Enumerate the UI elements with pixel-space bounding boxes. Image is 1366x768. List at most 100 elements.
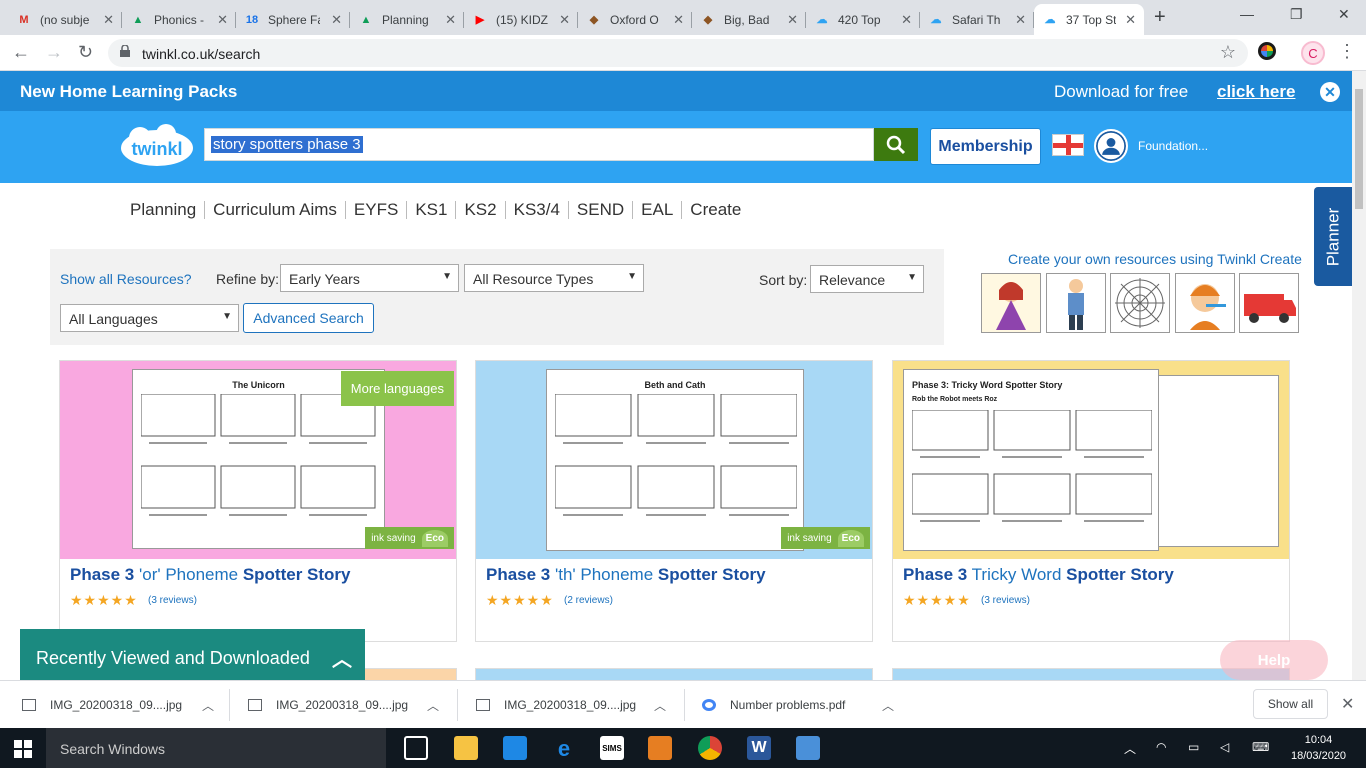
page-scrollbar[interactable] xyxy=(1352,71,1366,680)
chevron-up-icon[interactable]: ︿ xyxy=(202,697,214,714)
volume-icon[interactable]: ◁ xyxy=(1220,740,1229,754)
close-tab-icon[interactable]: ✕ xyxy=(217,12,228,28)
browser-tab[interactable]: ☁ Safari Th ✕ xyxy=(920,4,1034,35)
chevron-up-icon[interactable]: ︿ xyxy=(1124,740,1136,757)
close-tab-icon[interactable]: ✕ xyxy=(1015,12,1026,28)
resource-thumbnail[interactable]: Phase 3: Tricky Word Spotter Story Rob t… xyxy=(893,361,1289,559)
close-tab-icon[interactable]: ✕ xyxy=(559,12,570,28)
chevron-up-icon[interactable]: ︿ xyxy=(332,643,352,672)
account-icon[interactable] xyxy=(1094,129,1128,163)
browser-tab[interactable]: 18 Sphere Fa ✕ xyxy=(236,4,350,35)
browser-tab[interactable]: ▲ Phonics - ✕ xyxy=(122,4,236,35)
resource-type-select[interactable]: All Resource Types ▼ xyxy=(464,264,644,292)
reviews-link[interactable]: (3 reviews) xyxy=(981,595,1030,606)
minimize-icon[interactable]: — xyxy=(1240,6,1254,22)
windows-search-box[interactable]: Search Windows xyxy=(46,728,386,768)
nav-item-curriculum-aims[interactable]: Curriculum Aims xyxy=(205,201,346,219)
reviews-link[interactable]: (2 reviews) xyxy=(564,595,613,606)
england-flag-icon[interactable] xyxy=(1052,134,1084,156)
chevron-up-icon[interactable]: ︿ xyxy=(427,697,439,714)
browser-tab[interactable]: ▶ (15) KIDZ ✕ xyxy=(464,4,578,35)
browser-tab[interactable]: M (no subje ✕ xyxy=(8,4,122,35)
account-label[interactable]: Foundation... xyxy=(1138,139,1208,153)
search-input[interactable]: story spotters phase 3 xyxy=(204,128,874,161)
nav-item-ks2[interactable]: KS2 xyxy=(456,201,506,219)
resource-thumbnail[interactable]: Beth and Cath ink saving Eco xyxy=(476,361,872,559)
address-bar[interactable]: twinkl.co.uk/search ☆ xyxy=(108,39,1248,67)
extension-icon[interactable] xyxy=(1258,42,1276,60)
download-item[interactable]: IMG_20200318_09....jpg ︿ xyxy=(248,681,439,729)
resource-card-or[interactable]: The Unicorn More languages ink saving Eco… xyxy=(59,360,457,642)
chrome-icon[interactable] xyxy=(698,736,722,760)
close-window-icon[interactable]: ✕ xyxy=(1338,6,1350,23)
resource-thumbnail[interactable]: The Unicorn More languages ink saving Eco xyxy=(60,361,456,559)
chevron-up-icon[interactable]: ︿ xyxy=(882,697,894,714)
show-all-resources-link[interactable]: Show all Resources? xyxy=(60,271,192,287)
reviews-link[interactable]: (3 reviews) xyxy=(148,595,197,606)
chrome-menu-icon[interactable]: ⋮ xyxy=(1338,41,1356,62)
browser-tab[interactable]: ◆ Oxford O ✕ xyxy=(578,4,692,35)
photos-icon[interactable] xyxy=(796,736,820,760)
nav-item-ks1[interactable]: KS1 xyxy=(407,201,457,219)
app-icon[interactable] xyxy=(503,736,527,760)
browser-tab[interactable]: ☁ 37 Top St ✕ xyxy=(1034,4,1144,35)
windows-start-icon[interactable] xyxy=(14,740,32,758)
close-tab-icon[interactable]: ✕ xyxy=(787,12,798,28)
media-player-icon[interactable] xyxy=(648,736,672,760)
download-item[interactable]: IMG_20200318_09....jpg ︿ xyxy=(476,681,666,729)
resource-title[interactable]: Phase 3 'or' Phoneme Spotter Story xyxy=(70,565,351,585)
internet-explorer-icon[interactable]: e xyxy=(552,736,576,761)
nav-item-ks3-4[interactable]: KS3/4 xyxy=(506,201,569,219)
create-thumb-girl[interactable] xyxy=(981,273,1041,333)
close-icon[interactable]: ✕ xyxy=(1341,694,1354,714)
help-button[interactable]: Help xyxy=(1220,640,1328,680)
forward-icon[interactable]: → xyxy=(45,42,63,63)
bookmark-star-icon[interactable]: ☆ xyxy=(1220,42,1236,63)
refine-select[interactable]: Early Years ▼ xyxy=(280,264,459,292)
more-languages-badge[interactable]: More languages xyxy=(340,371,454,406)
promo-click-here-link[interactable]: click here xyxy=(1217,82,1295,102)
close-tab-icon[interactable]: ✕ xyxy=(673,12,684,28)
task-view-icon[interactable] xyxy=(404,736,428,760)
resource-card-partial[interactable] xyxy=(475,668,873,680)
resource-title[interactable]: Phase 3 'th' Phoneme Spotter Story xyxy=(486,565,766,585)
chevron-up-icon[interactable]: ︿ xyxy=(654,697,666,714)
sort-select[interactable]: Relevance ▼ xyxy=(810,265,924,293)
recently-viewed-bar[interactable]: Recently Viewed and Downloaded ︿ xyxy=(20,629,365,680)
resource-card-tricky-word[interactable]: Phase 3: Tricky Word Spotter Story Rob t… xyxy=(892,360,1290,642)
search-button[interactable] xyxy=(874,128,918,161)
create-thumb-toothbrush[interactable] xyxy=(1175,273,1235,333)
nav-item-eal[interactable]: EAL xyxy=(633,201,683,219)
advanced-search-button[interactable]: Advanced Search xyxy=(243,303,374,333)
close-tab-icon[interactable]: ✕ xyxy=(103,12,114,28)
membership-button[interactable]: Membership xyxy=(930,128,1041,165)
close-tab-icon[interactable]: ✕ xyxy=(1125,12,1136,28)
profile-avatar[interactable]: C xyxy=(1301,41,1325,65)
wifi-icon[interactable]: ◠ xyxy=(1156,740,1166,754)
create-thumb-man[interactable] xyxy=(1046,273,1106,333)
sims-icon[interactable]: SIMS xyxy=(600,736,624,760)
close-tab-icon[interactable]: ✕ xyxy=(901,12,912,28)
system-clock[interactable]: 10:04 18/03/2020 xyxy=(1291,732,1346,764)
download-item[interactable]: IMG_20200318_09....jpg ︿ xyxy=(22,681,214,729)
download-item[interactable]: Number problems.pdf ︿ xyxy=(702,681,894,729)
planner-tab[interactable]: Planner xyxy=(1314,187,1352,286)
create-thumb-van[interactable] xyxy=(1239,273,1299,333)
new-tab-button[interactable]: + xyxy=(1154,6,1166,29)
close-icon[interactable]: ✕ xyxy=(1320,82,1340,102)
create-thumb-web[interactable] xyxy=(1110,273,1170,333)
word-icon[interactable]: W xyxy=(747,736,771,760)
nav-item-eyfs[interactable]: EYFS xyxy=(346,201,408,219)
nav-item-create[interactable]: Create xyxy=(682,201,749,219)
resource-card-th[interactable]: Beth and Cath ink saving Eco Phase 3 'th'… xyxy=(475,360,873,642)
show-all-downloads-button[interactable]: Show all xyxy=(1253,689,1328,719)
restore-icon[interactable]: ❐ xyxy=(1290,6,1303,23)
close-tab-icon[interactable]: ✕ xyxy=(445,12,456,28)
close-tab-icon[interactable]: ✕ xyxy=(331,12,342,28)
language-select[interactable]: All Languages ▼ xyxy=(60,304,239,332)
twinkl-logo[interactable]: twinkl xyxy=(118,124,196,168)
file-explorer-icon[interactable] xyxy=(454,736,478,760)
scrollbar-thumb[interactable] xyxy=(1355,89,1363,209)
battery-icon[interactable]: ▭ xyxy=(1188,740,1199,754)
browser-tab[interactable]: ▲ Planning ✕ xyxy=(350,4,464,35)
